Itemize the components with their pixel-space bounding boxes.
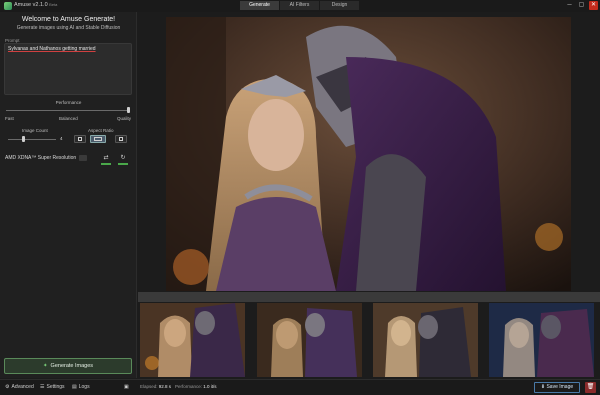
generated-image-canvas (166, 17, 571, 291)
tab-design[interactable]: Design (320, 1, 360, 10)
elapsed-value: 92.8 s (158, 384, 172, 389)
aspect-landscape-button[interactable] (90, 135, 106, 143)
thumbnail-1[interactable] (140, 303, 245, 377)
prompt-input[interactable]: Sylvanas and Nathanos getting married (4, 43, 132, 95)
generated-image[interactable] (166, 17, 571, 291)
landscape-icon (94, 137, 102, 141)
elapsed-label: Elapsed: (140, 384, 158, 389)
image-icon[interactable]: ▣ (124, 384, 129, 390)
shuffle-active-indicator (101, 163, 111, 165)
thumbnail-2-canvas (257, 303, 362, 377)
thumbnail-4[interactable] (489, 303, 594, 377)
prompt-text: Sylvanas and Nathanos getting married (8, 46, 96, 52)
amuse-logo-icon (4, 2, 12, 10)
performance-stat: Performance: 1.0 it/s (175, 384, 217, 389)
thumbnail-2[interactable] (257, 303, 362, 377)
performance-tick-quality: Quality (117, 116, 132, 121)
settings-button[interactable]: ☰ Settings (40, 384, 65, 390)
generate-images-label: Generate Images (50, 363, 94, 369)
tab-generate[interactable]: Generate (240, 1, 280, 10)
aspect-portrait-button[interactable] (74, 135, 86, 143)
upscale-label: AMD XDNA™ Super Resolution (5, 155, 77, 161)
image-count-slider[interactable] (8, 139, 56, 140)
performance-label: Performance (55, 100, 82, 105)
version-tag: Beta (49, 2, 58, 7)
refresh-icon[interactable]: ↻ (118, 154, 128, 162)
performance-stat-value: 1.0 it/s (203, 384, 217, 389)
tune-icon: ⚙ (5, 384, 10, 390)
generate-images-button[interactable]: ✦ Generate Images (4, 358, 132, 374)
save-image-button[interactable]: ⬇ Save Image (534, 382, 580, 393)
welcome-heading: Welcome to Amuse Generate! (21, 16, 116, 23)
performance-tick-fast: Fast (5, 116, 14, 121)
settings-label: Settings (46, 384, 65, 390)
advanced-button[interactable]: ⚙ Advanced (5, 384, 34, 390)
performance-stat-label: Performance: (175, 384, 203, 389)
portrait-icon (78, 137, 82, 141)
aspect-ratio-label: Aspect Ratio (88, 128, 114, 133)
image-count-slider-thumb[interactable] (22, 136, 25, 142)
maximize-button[interactable]: ▢ (577, 1, 586, 10)
app-title: Amuse v2.1.0 Beta (14, 2, 58, 8)
thumbnail-3-canvas (373, 303, 478, 377)
image-count-value: 4 (60, 136, 63, 141)
thumbnail-1-canvas (140, 303, 245, 377)
refresh-active-indicator (118, 163, 128, 165)
thumbnail-4-canvas (489, 303, 594, 377)
minimize-button[interactable]: ─ (565, 1, 574, 10)
shuffle-icon[interactable]: ⇄ (101, 154, 111, 162)
left-panel: Welcome to Amuse Generate! Generate imag… (0, 12, 137, 378)
bottom-bar: ⚙ Advanced ☰ Settings ▤ Logs ▣ Elapsed: 92.… (0, 379, 600, 395)
sliders-icon: ☰ (40, 384, 45, 390)
performance-tick-balanced: Balanced (59, 116, 78, 121)
elapsed-stat: Elapsed: 92.8 s (140, 384, 171, 389)
square-icon (119, 137, 123, 141)
performance-slider[interactable] (6, 110, 130, 111)
title-bar: Amuse v2.1.0 Beta Generate AI Filters De… (0, 0, 600, 12)
advanced-label: Advanced (11, 384, 34, 390)
document-icon: ▤ (72, 384, 77, 390)
tab-ai-filters[interactable]: AI Filters (280, 1, 320, 10)
aspect-square-button[interactable] (115, 135, 127, 143)
logs-button[interactable]: ▤ Logs (72, 384, 90, 390)
performance-slider-thumb[interactable] (127, 107, 130, 113)
window-controls: ─ ▢ ✕ (565, 1, 598, 10)
upscale-toggle[interactable] (79, 155, 87, 161)
save-image-label: Save Image (546, 384, 574, 390)
welcome-subtitle: Generate images using AI and Stable Diff… (16, 25, 121, 31)
mode-tabs: Generate AI Filters Design (240, 1, 360, 10)
thumbnail-3[interactable] (373, 303, 478, 377)
magic-wand-icon: ✦ (42, 363, 48, 369)
logs-label: Logs (78, 384, 90, 390)
close-button[interactable]: ✕ (589, 1, 598, 10)
delete-icon[interactable]: 🗑 (585, 382, 596, 393)
thumbnail-strip-divider (138, 292, 600, 302)
image-count-label: Image Count (22, 128, 48, 133)
